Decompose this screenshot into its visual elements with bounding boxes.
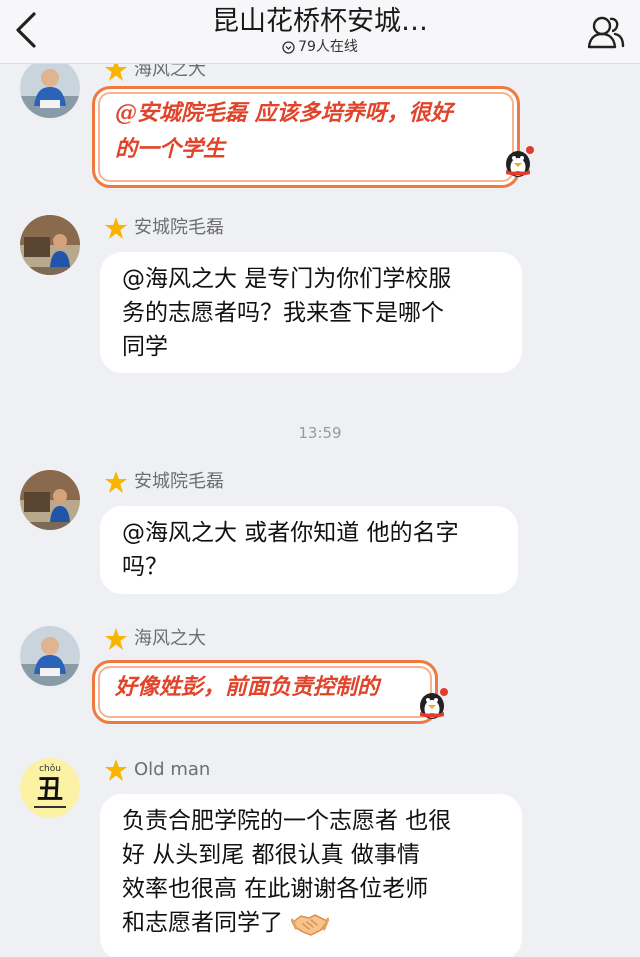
avatar-oldman[interactable]: chǒu 丑 [20,758,80,818]
person-avatar-image [20,470,80,530]
star-icon [105,628,127,650]
message-line: 吗？ [122,554,168,580]
avatar-pinyin: chǒu [39,764,61,774]
message-bubble[interactable]: 负责合肥学院的一个志愿者 也很 好 从头到尾 都很认真 做事情 效率也很高 在此… [100,794,522,957]
message-line: 务的志愿者吗？我来查下是哪个 [122,300,444,326]
message-bubble[interactable]: @安城院毛磊 应该多培养呀，很好 的一个学生 [92,86,520,188]
message-line: 效率也很高 在此谢谢各位老师 [122,876,429,902]
handshake-emoji-icon [291,914,329,936]
avatar-character: 丑 [36,775,63,805]
message-timestamp: 13:59 [298,424,342,442]
person-avatar-image [20,626,80,686]
back-button[interactable] [6,8,46,52]
message-line: 负责合肥学院的一个志愿者 也很 [122,808,452,834]
message-bubble[interactable]: @海风之大 是专门为你们学校服 务的志愿者吗？我来查下是哪个 同学 [100,252,522,373]
star-icon [105,759,127,781]
chevron-down-circle-icon [282,40,295,54]
star-icon [105,217,127,239]
chat-header: 昆山花桥杯安城… 79人在线 [0,0,640,64]
chevron-left-icon [16,12,36,48]
group-members-button[interactable] [586,12,626,52]
message-line: 好 从头到尾 都很认真 做事情 [122,842,420,868]
message-line: @安城院毛磊 应该多培养呀，很好 [115,100,453,126]
avatar-haifeng[interactable] [20,58,80,118]
message-line: 的一个学生 [115,136,226,162]
sender-name: 海风之大 [104,627,206,651]
group-members-icon [587,16,625,49]
message-line: @海风之大 或者你知道 他的名字 [122,520,459,546]
message-line: @海风之大 是专门为你们学校服 [122,266,452,292]
person-avatar-image [20,215,80,275]
message-line: 同学 [122,334,168,360]
star-icon [105,471,127,493]
message-line: 和志愿者同学了 [122,910,283,936]
message-bubble[interactable]: @海风之大 或者你知道 他的名字 吗？ [100,506,518,594]
avatar-haifeng[interactable] [20,626,80,686]
avatar-maolei[interactable] [20,215,80,275]
message-line-with-emoji: 和志愿者同学了 [122,906,500,940]
message-bubble[interactable]: 好像姓彭，前面负责控制的 [92,660,438,724]
online-count: 79人在线 [220,38,420,56]
message-line: 好像姓彭，前面负责控制的 [115,674,380,700]
avatar-maolei[interactable] [20,470,80,530]
sender-name: Old man [104,758,210,782]
penguin-decoration-icon [420,688,448,719]
chat-screen: 昆山花桥杯安城… 79人在线 海风之大 @安城院毛磊 应该多培养呀，很好 的一个… [0,0,640,957]
avatar-rule [34,806,66,808]
sender-name: 安城院毛磊 [104,216,224,240]
group-title[interactable]: 昆山花桥杯安城… [150,6,490,38]
penguin-decoration-icon [506,146,534,177]
person-avatar-image [20,58,80,118]
online-count-text: 79人在线 [298,39,358,55]
sender-name: 安城院毛磊 [104,470,224,494]
